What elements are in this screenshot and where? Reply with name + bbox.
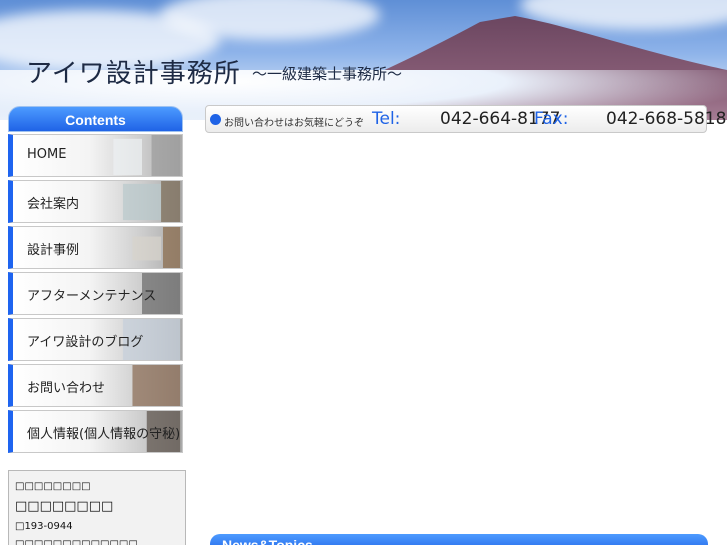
info-address: □□□□□□□□□□□□□ — [15, 539, 138, 545]
fax-number: 042-668-5818 — [606, 109, 727, 129]
door-photo-icon — [132, 365, 181, 406]
nav-maintenance-label: アフターメンテナンス — [27, 289, 157, 304]
fax-label: Fax: — [534, 109, 569, 129]
info-line-2: □□□□□□□□ — [15, 499, 114, 514]
nav-blog[interactable]: アイワ設計のブログ — [8, 318, 183, 361]
news-heading: News&Topics — [210, 534, 708, 545]
nav-privacy-label: 個人情報(個人情報の守秘) — [27, 427, 181, 442]
info-line-1: □□□□□□□□ — [15, 481, 91, 492]
nav-works[interactable]: 設計事例 — [8, 226, 183, 269]
tel-label: Tel: — [372, 109, 401, 129]
nav-blog-label: アイワ設計のブログ — [27, 335, 144, 350]
contents-heading: Contents — [8, 106, 183, 132]
contact-bar: お問い合わせはお気軽にどうぞ Tel: 042-664-8177 Fax: 04… — [205, 105, 726, 133]
site-subtitle: 〜一級建築士事務所〜 — [252, 65, 403, 83]
room-photo-icon — [113, 135, 181, 176]
nav-privacy[interactable]: 個人情報(個人情報の守秘) — [8, 410, 183, 453]
nav-company[interactable]: 会社案内 — [8, 180, 183, 223]
nav-home-label: HOME — [27, 147, 67, 162]
nav-home[interactable]: HOME — [8, 134, 183, 177]
site-title: アイワ設計事務所 — [26, 59, 241, 89]
company-info-box: □□□□□□□□ □□□□□□□□ □193-0944 □□□□□□□□□□□□… — [8, 470, 186, 545]
nav-works-label: 設計事例 — [27, 243, 80, 258]
nav-maintenance[interactable]: アフターメンテナンス — [8, 272, 183, 315]
sidebar: Contents HOME 会社案内 設計事例 アフターメンテナンス アイワ設計… — [8, 106, 183, 453]
nav-contact[interactable]: お問い合わせ — [8, 364, 183, 407]
bullet-icon — [210, 114, 221, 125]
window-photo-icon — [122, 181, 181, 222]
info-postal-code: □193-0944 — [15, 521, 73, 532]
news-title: News&Topics — [222, 537, 313, 545]
nav-contact-label: お問い合わせ — [27, 381, 106, 396]
page: アイワ設計事務所 〜一級建築士事務所〜 Contents HOME 会社案内 設… — [0, 0, 727, 545]
contact-lead: お問い合わせはお気軽にどうぞ — [224, 118, 364, 129]
nav-company-label: 会社案内 — [27, 197, 80, 212]
interior-photo-icon — [132, 227, 181, 268]
header-banner: アイワ設計事務所 〜一級建築士事務所〜 — [0, 0, 727, 120]
